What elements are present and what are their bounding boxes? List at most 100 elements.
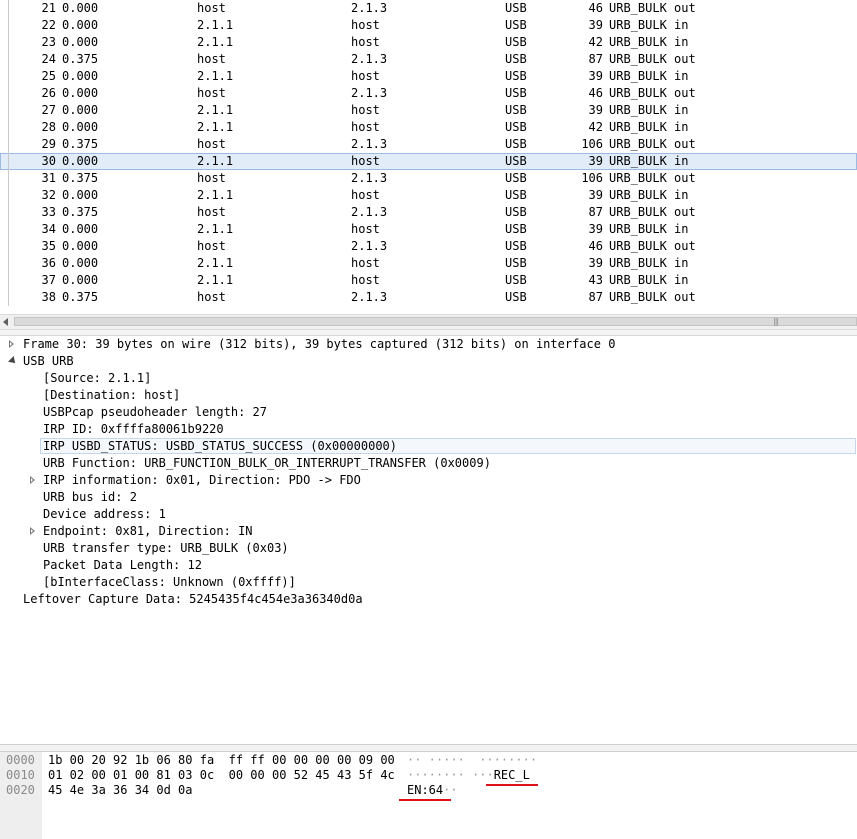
packet-protocol: USB bbox=[505, 256, 527, 270]
tree-text: [bInterfaceClass: Unknown (0xffff)] bbox=[43, 575, 296, 589]
hex-offset: 0000 bbox=[6, 753, 35, 767]
packet-row[interactable]: 34 0.000 2.1.1 host USB 39 URB_BULK in bbox=[0, 221, 857, 238]
packet-info: URB_BULK in bbox=[609, 256, 689, 270]
packet-source: host bbox=[197, 137, 226, 151]
tree-node[interactable]: Frame 30: 39 bytes on wire (312 bits), 3… bbox=[0, 336, 857, 353]
packet-source: 2.1.1 bbox=[197, 103, 234, 117]
packet-length: 42 bbox=[588, 35, 603, 49]
packet-info: URB_BULK in bbox=[609, 188, 689, 202]
horizontal-scrollbar[interactable]: ||| bbox=[0, 314, 857, 330]
tree-field[interactable]: URB bus id: 2 bbox=[0, 489, 857, 506]
packet-no: 35 bbox=[41, 239, 56, 253]
packet-row-selected[interactable]: 30 0.000 2.1.1 host USB 39 URB_BULK in bbox=[0, 153, 857, 170]
packet-info: URB_BULK in bbox=[609, 18, 689, 32]
expanded-arrow-icon[interactable] bbox=[8, 356, 18, 366]
packet-protocol: USB bbox=[505, 273, 527, 287]
ascii-marked: EN:64 bbox=[407, 783, 444, 797]
tree-text: USB URB bbox=[23, 354, 74, 368]
packet-length: 39 bbox=[588, 103, 603, 117]
packet-source: 2.1.1 bbox=[197, 35, 234, 49]
packet-no: 31 bbox=[41, 171, 56, 185]
packet-row[interactable]: 25 0.000 2.1.1 host USB 39 URB_BULK in bbox=[0, 68, 857, 85]
pane-splitter[interactable] bbox=[0, 744, 857, 752]
packet-no: 26 bbox=[41, 86, 56, 100]
tree-node[interactable]: IRP information: 0x01, Direction: PDO ->… bbox=[0, 472, 857, 489]
collapsed-arrow-icon[interactable] bbox=[9, 340, 14, 348]
scroll-left-icon[interactable] bbox=[3, 318, 8, 326]
packet-row[interactable]: 31 0.375 host 2.1.3 USB 106 URB_BULK out bbox=[0, 170, 857, 187]
packet-no: 38 bbox=[41, 290, 56, 304]
packet-row[interactable]: 21 0.000 host 2.1.3 USB 46 URB_BULK out bbox=[0, 0, 857, 17]
packet-source: host bbox=[197, 239, 226, 253]
packet-time: 0.000 bbox=[62, 86, 99, 100]
tree-text: USBPcap pseudoheader length: 27 bbox=[43, 405, 267, 419]
packet-destination: host bbox=[351, 18, 380, 32]
packet-time: 0.000 bbox=[62, 256, 99, 270]
packet-row[interactable]: 29 0.375 host 2.1.3 USB 106 URB_BULK out bbox=[0, 136, 857, 153]
packet-row[interactable]: 23 0.000 2.1.1 host USB 42 URB_BULK in bbox=[0, 34, 857, 51]
packet-source: 2.1.1 bbox=[197, 188, 234, 202]
tree-text: Device address: 1 bbox=[43, 507, 166, 521]
row-gutter bbox=[8, 119, 9, 136]
tree-field[interactable]: Leftover Capture Data: 5245435f4c454e3a3… bbox=[0, 591, 857, 608]
packet-info: URB_BULK in bbox=[609, 35, 689, 49]
packet-source: 2.1.1 bbox=[197, 273, 234, 287]
packet-info: URB_BULK out bbox=[609, 171, 696, 185]
packet-row[interactable]: 28 0.000 2.1.1 host USB 42 URB_BULK in bbox=[0, 119, 857, 136]
tree-field[interactable]: URB Function: URB_FUNCTION_BULK_OR_INTER… bbox=[0, 455, 857, 472]
tree-field[interactable]: [Source: 2.1.1] bbox=[0, 370, 857, 387]
packet-no: 29 bbox=[41, 137, 56, 151]
packet-row[interactable]: 38 0.375 host 2.1.3 USB 87 URB_BULK out bbox=[0, 289, 857, 306]
row-gutter bbox=[8, 238, 9, 255]
tree-text: URB bus id: 2 bbox=[43, 490, 137, 504]
packet-length: 39 bbox=[588, 222, 603, 236]
tree-field[interactable]: [bInterfaceClass: Unknown (0xffff)] bbox=[0, 574, 857, 591]
packet-protocol: USB bbox=[505, 86, 527, 100]
packet-row[interactable]: 24 0.375 host 2.1.3 USB 87 URB_BULK out bbox=[0, 51, 857, 68]
tree-field[interactable]: Device address: 1 bbox=[0, 506, 857, 523]
packet-time: 0.000 bbox=[62, 222, 99, 236]
packet-destination: host bbox=[351, 273, 380, 287]
tree-field[interactable]: IRP USBD_STATUS: USBD_STATUS_SUCCESS (0x… bbox=[0, 438, 857, 455]
packet-destination: 2.1.3 bbox=[351, 290, 388, 304]
tree-node[interactable]: USB URB bbox=[0, 353, 857, 370]
packet-row[interactable]: 36 0.000 2.1.1 host USB 39 URB_BULK in bbox=[0, 255, 857, 272]
packet-info: URB_BULK out bbox=[609, 52, 696, 66]
tree-field[interactable]: USBPcap pseudoheader length: 27 bbox=[0, 404, 857, 421]
packet-row[interactable]: 22 0.000 2.1.1 host USB 39 URB_BULK in bbox=[0, 17, 857, 34]
row-gutter bbox=[8, 187, 9, 204]
packet-list[interactable]: 21 0.000 host 2.1.3 USB 46 URB_BULK out 22 0.000… bbox=[0, 0, 857, 314]
collapsed-arrow-icon[interactable] bbox=[30, 527, 35, 535]
hex-bytes: 45 4e 3a 36 34 0d 0a bbox=[48, 783, 193, 797]
packet-details-tree[interactable]: Frame 30: 39 bytes on wire (312 bits), 3… bbox=[0, 336, 857, 744]
packet-protocol: USB bbox=[505, 188, 527, 202]
tree-field[interactable]: [Destination: host] bbox=[0, 387, 857, 404]
tree-text: [Source: 2.1.1] bbox=[43, 371, 152, 385]
packet-time: 0.000 bbox=[62, 188, 99, 202]
tree-text: Leftover Capture Data: 5245435f4c454e3a3… bbox=[23, 592, 363, 606]
packet-row[interactable]: 33 0.375 host 2.1.3 USB 87 URB_BULK out bbox=[0, 204, 857, 221]
packet-source: host bbox=[197, 1, 226, 15]
tree-field[interactable]: URB transfer type: URB_BULK (0x03) bbox=[0, 540, 857, 557]
tree-node[interactable]: Endpoint: 0x81, Direction: IN bbox=[0, 523, 857, 540]
row-gutter bbox=[8, 153, 9, 170]
packet-no: 28 bbox=[41, 120, 56, 134]
tree-field[interactable]: Packet Data Length: 12 bbox=[0, 557, 857, 574]
packet-no: 22 bbox=[41, 18, 56, 32]
collapsed-arrow-icon[interactable] bbox=[30, 476, 35, 484]
row-gutter bbox=[8, 204, 9, 221]
packet-row[interactable]: 26 0.000 host 2.1.3 USB 46 URB_BULK out bbox=[0, 85, 857, 102]
packet-row[interactable]: 35 0.000 host 2.1.3 USB 46 URB_BULK out bbox=[0, 238, 857, 255]
packet-length: 46 bbox=[588, 86, 603, 100]
packet-time: 0.375 bbox=[62, 205, 99, 219]
row-gutter bbox=[8, 136, 9, 153]
scrollbar-thumb[interactable] bbox=[14, 317, 857, 326]
packet-no: 34 bbox=[41, 222, 56, 236]
packet-row[interactable]: 27 0.000 2.1.1 host USB 39 URB_BULK in bbox=[0, 102, 857, 119]
packet-no: 32 bbox=[41, 188, 56, 202]
hex-bytes: 1b 00 20 92 1b 06 80 fa ff ff 00 00 00 0… bbox=[48, 753, 395, 767]
packet-row[interactable]: 37 0.000 2.1.1 host USB 43 URB_BULK in bbox=[0, 272, 857, 289]
tree-field[interactable]: IRP ID: 0xffffa80061b9220 bbox=[0, 421, 857, 438]
packet-bytes-pane[interactable]: 0000 1b 00 20 92 1b 06 80 fa ff ff 00 00 … bbox=[0, 752, 857, 839]
packet-row[interactable]: 32 0.000 2.1.1 host USB 39 URB_BULK in bbox=[0, 187, 857, 204]
